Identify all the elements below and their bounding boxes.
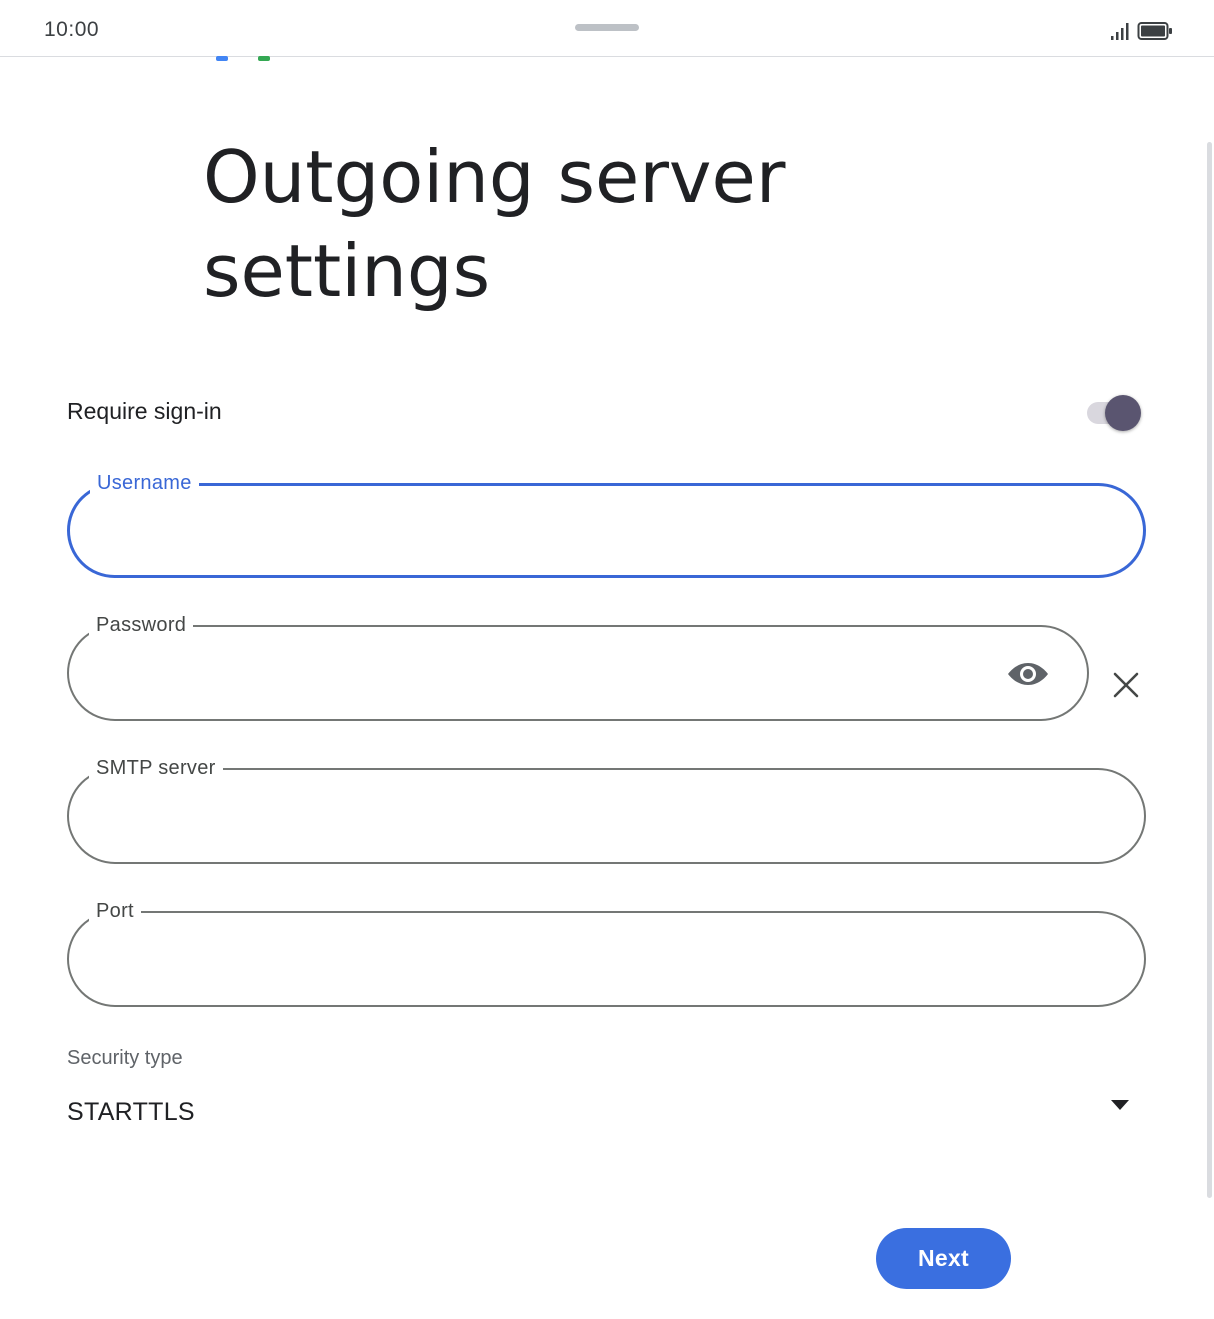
dropdown-arrow-icon xyxy=(1111,1100,1129,1110)
smtp-server-field[interactable]: SMTP server xyxy=(67,755,1146,864)
scrollbar[interactable] xyxy=(1207,142,1212,1198)
eye-icon[interactable] xyxy=(1007,658,1049,690)
cell-signal-icon xyxy=(1111,23,1129,40)
battery-full-icon xyxy=(1137,22,1172,40)
status-time: 10:00 xyxy=(44,18,100,41)
port-field[interactable]: Port xyxy=(67,898,1146,1007)
password-field[interactable]: Password xyxy=(67,612,1089,721)
security-type-value: STARTTLS xyxy=(67,1098,195,1126)
security-type-dropdown[interactable]: STARTTLS xyxy=(67,1090,1147,1140)
username-input[interactable] xyxy=(98,486,1119,577)
security-type-label: Security type xyxy=(67,1047,183,1069)
status-bar: 10:00 xyxy=(0,0,1214,57)
google-logo-icon xyxy=(216,56,270,61)
next-button[interactable]: Next xyxy=(876,1228,1011,1289)
require-sign-in-label: Require sign-in xyxy=(67,398,222,424)
username-field[interactable]: Username xyxy=(67,470,1146,578)
port-input[interactable] xyxy=(97,913,1120,1007)
close-icon[interactable] xyxy=(1112,671,1140,699)
setup-screen: 10:00 Outgoing server settings Require s… xyxy=(0,0,1214,1319)
toggle-thumb xyxy=(1105,395,1141,431)
page-title: Outgoing server settings xyxy=(203,135,786,313)
require-sign-in-toggle[interactable] xyxy=(1085,395,1143,431)
password-input[interactable] xyxy=(97,627,999,721)
drag-handle[interactable] xyxy=(575,24,639,31)
smtp-server-input[interactable] xyxy=(97,770,1120,864)
